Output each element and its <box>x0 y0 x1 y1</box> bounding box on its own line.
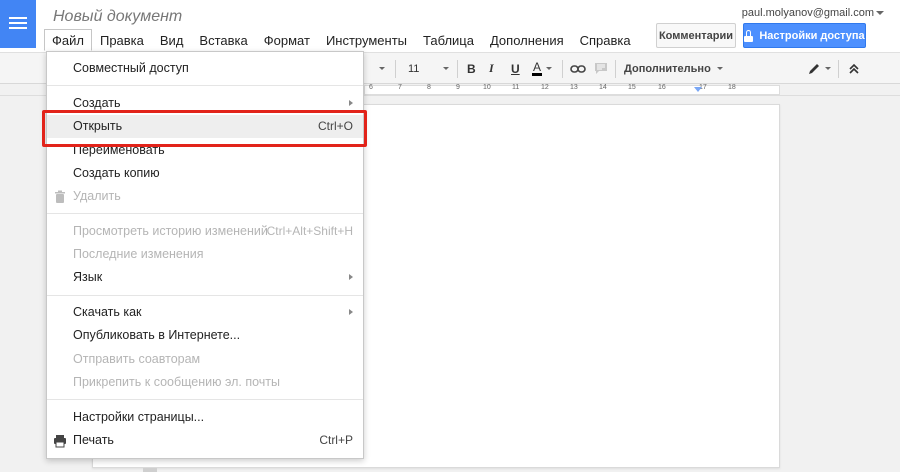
chevron-down-icon <box>379 67 385 70</box>
menu-divider <box>47 399 363 400</box>
menu-item-email-attachment[interactable]: Прикрепить к сообщению эл. почты <box>47 371 363 394</box>
link-icon <box>570 64 586 73</box>
toolbar-divider <box>562 60 563 78</box>
menu-tools[interactable]: Инструменты <box>318 29 415 51</box>
menu-edit[interactable]: Правка <box>92 29 152 51</box>
chevron-down-icon <box>825 67 831 70</box>
pencil-icon <box>809 63 819 74</box>
menu-divider <box>47 85 363 86</box>
menu-item-download-as[interactable]: Скачать как <box>47 301 363 324</box>
ruler-number: 11 <box>512 84 520 91</box>
toolbar-divider <box>615 60 616 78</box>
trash-icon <box>55 190 65 203</box>
ruler-number: 9 <box>456 84 460 91</box>
menu-item-label: Последние изменения <box>73 247 204 261</box>
menu-table[interactable]: Таблица <box>415 29 482 51</box>
share-button-label: Настройки доступа <box>759 29 865 42</box>
ruler-number: 6 <box>369 84 373 91</box>
share-button[interactable]: Настройки доступа <box>743 23 866 48</box>
ruler-number: 7 <box>398 84 402 91</box>
font-size-select[interactable]: 11 <box>408 53 450 84</box>
document-title[interactable]: Новый документ <box>53 8 182 26</box>
menu-item-delete[interactable]: Удалить <box>47 185 363 208</box>
menu-item-publish[interactable]: Опубликовать в Интернете... <box>47 324 363 347</box>
chevron-down-icon <box>546 67 553 70</box>
docs-logo-icon[interactable] <box>0 0 36 48</box>
menu-file[interactable]: Файл <box>44 29 92 51</box>
comment-icon <box>595 63 607 74</box>
ruler-number: 8 <box>427 84 431 91</box>
menu-item-print[interactable]: Печать Ctrl+P <box>47 429 363 452</box>
toolbar-divider <box>838 60 839 78</box>
menu-item-label: Опубликовать в Интернете... <box>73 328 241 342</box>
menu-insert[interactable]: Вставка <box>191 29 255 51</box>
menu-item-language[interactable]: Язык <box>47 266 363 289</box>
insert-comment-button[interactable] <box>594 53 608 84</box>
menu-format[interactable]: Формат <box>256 29 318 51</box>
collapse-toolbar-button[interactable] <box>848 53 860 84</box>
ruler-number: 13 <box>570 84 578 91</box>
underline-button[interactable]: U <box>511 53 520 84</box>
comments-button[interactable]: Комментарии <box>656 23 736 48</box>
ruler-number: 18 <box>728 84 736 91</box>
ruler-number: 12 <box>541 84 549 91</box>
ruler-number: 15 <box>628 84 636 91</box>
menu-item-label: Отправить соавторам <box>73 352 201 366</box>
more-options-label: Дополнительно <box>624 62 711 75</box>
more-options-button[interactable]: Дополнительно <box>624 53 723 84</box>
menu-item-recent-changes[interactable]: Последние изменения <box>47 243 363 266</box>
font-size-value: 11 <box>408 62 420 75</box>
insert-link-button[interactable] <box>570 53 586 84</box>
menu-item-label: Язык <box>73 270 103 284</box>
lock-icon <box>744 29 754 42</box>
vertical-scrollbar[interactable] <box>890 112 898 262</box>
menu-item-label: Создать <box>73 96 121 110</box>
menu-item-share[interactable]: Совместный доступ <box>47 57 363 80</box>
scroll-handle[interactable] <box>143 468 157 472</box>
toolbar-divider <box>395 60 396 78</box>
menu-item-revision-history[interactable]: Просмотреть историю изменений Ctrl+Alt+S… <box>47 220 363 243</box>
menu-item-label: Печать <box>73 433 114 447</box>
menu-item-page-setup[interactable]: Настройки страницы... <box>47 406 363 429</box>
bold-button[interactable]: B <box>467 53 476 84</box>
menu-item-label: Настройки страницы... <box>73 410 205 424</box>
editing-mode-button[interactable] <box>807 53 831 84</box>
text-color-button[interactable]: A <box>532 53 553 84</box>
chevron-right-icon <box>349 100 353 106</box>
menu-item-label: Просмотреть историю изменений <box>73 224 268 238</box>
double-chevron-up-icon <box>849 63 859 74</box>
printer-icon <box>54 435 66 448</box>
menu-bar: Файл Правка Вид Вставка Формат Инструмен… <box>44 29 639 51</box>
menu-view[interactable]: Вид <box>152 29 192 51</box>
italic-button[interactable]: I <box>489 53 494 84</box>
chevron-down-icon <box>443 67 450 70</box>
menu-item-email-collaborators[interactable]: Отправить соавторам <box>47 348 363 371</box>
ruler-number: 14 <box>599 84 607 91</box>
app-header: Новый документ Файл Правка Вид Вставка Ф… <box>0 0 900 52</box>
menu-item-shortcut: Ctrl+P <box>319 433 353 447</box>
menu-item-label: Прикрепить к сообщению эл. почты <box>73 375 280 389</box>
menu-item-label: Удалить <box>73 189 121 203</box>
toolbar-divider <box>457 60 458 78</box>
menu-item-label: Скачать как <box>73 305 142 319</box>
ruler-number: 16 <box>658 84 666 91</box>
menu-item-label: Создать копию <box>73 166 160 180</box>
menu-help[interactable]: Справка <box>572 29 639 51</box>
chevron-down-icon[interactable] <box>876 11 884 15</box>
menu-divider <box>47 213 363 214</box>
menu-item-label: Совместный доступ <box>73 61 189 75</box>
menu-item-make-copy[interactable]: Создать копию <box>47 162 363 185</box>
text-color-icon: A <box>532 60 543 76</box>
indent-marker-icon[interactable] <box>694 87 702 92</box>
font-dropdown-caret[interactable] <box>375 53 385 84</box>
menu-item-shortcut: Ctrl+Alt+Shift+H <box>266 224 353 238</box>
chevron-right-icon <box>349 274 353 280</box>
annotation-highlight-box <box>42 110 367 147</box>
menu-divider <box>47 295 363 296</box>
menu-addons[interactable]: Дополнения <box>482 29 572 51</box>
chevron-right-icon <box>349 309 353 315</box>
user-email[interactable]: paul.molyanov@gmail.com <box>742 7 874 19</box>
chevron-down-icon <box>716 67 723 70</box>
ruler-number: 10 <box>483 84 491 91</box>
